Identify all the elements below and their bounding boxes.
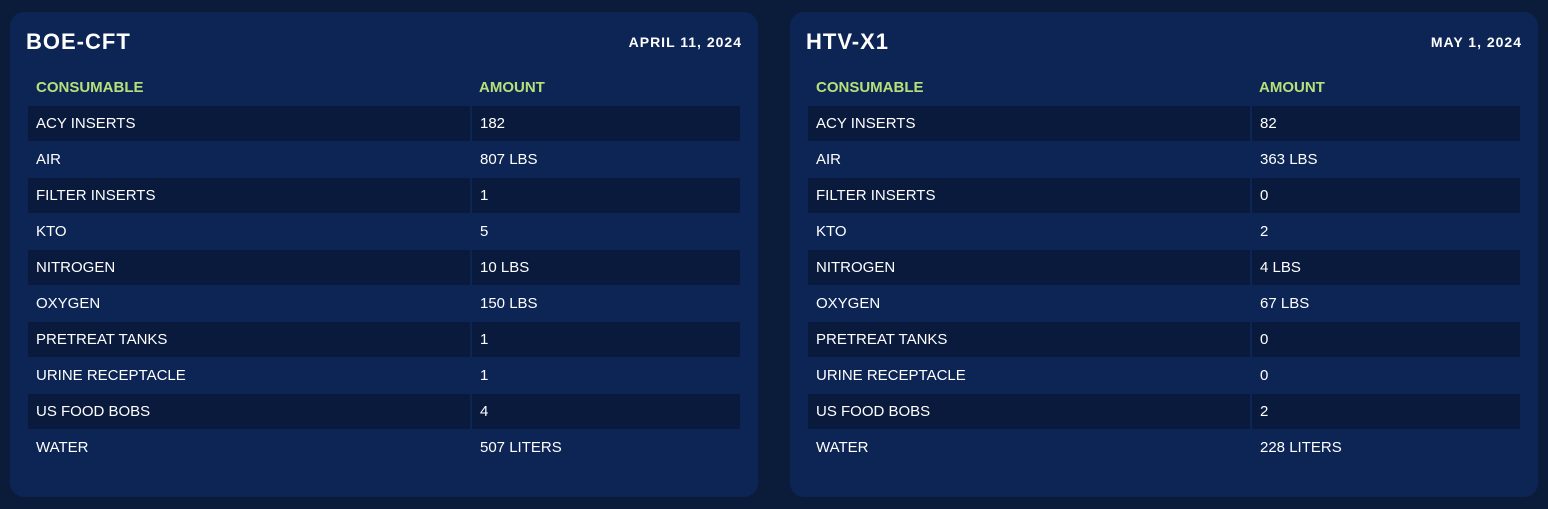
amount-cell: 363 LBS [1251, 141, 1520, 178]
consumable-cell: AIR [808, 141, 1252, 178]
table-row: ACY INSERTS 182 [28, 105, 740, 142]
table-row: AIR 363 LBS [808, 141, 1520, 178]
amount-cell: 5 [471, 213, 740, 250]
consumables-table: CONSUMABLE AMOUNT ACY INSERTS 82 AIR 363 L… [808, 70, 1520, 466]
table-row: OXYGEN 67 LBS [808, 285, 1520, 322]
consumable-cell: ACY INSERTS [28, 105, 472, 142]
table-header-row: CONSUMABLE AMOUNT [28, 70, 740, 106]
amount-cell: 1 [471, 177, 740, 214]
consumable-cell: KTO [808, 213, 1252, 250]
amount-cell: 2 [1251, 213, 1520, 250]
mission-card-htv-x1: HTV-X1 MAY 1, 2024 CONSUMABLE AMOUNT ACY… [790, 12, 1538, 497]
mission-title: HTV-X1 [806, 29, 890, 54]
table-row: ACY INSERTS 82 [808, 105, 1520, 142]
table-row: PRETREAT TANKS 0 [808, 321, 1520, 358]
consumable-cell: US FOOD BOBS [28, 393, 472, 430]
column-header-amount: AMOUNT [1259, 79, 1325, 96]
table-row: WATER 228 LITERS [808, 429, 1520, 466]
amount-cell: 2 [1251, 393, 1520, 430]
amount-cell: 0 [1251, 321, 1520, 358]
table-row: KTO 2 [808, 213, 1520, 250]
table-row: AIR 807 LBS [28, 141, 740, 178]
table-header-row: CONSUMABLE AMOUNT [808, 70, 1520, 106]
table-row: US FOOD BOBS 4 [28, 393, 740, 430]
table-row: URINE RECEPTACLE 1 [28, 357, 740, 394]
table-row: NITROGEN 10 LBS [28, 249, 740, 286]
amount-cell: 0 [1251, 177, 1520, 214]
amount-cell: 150 LBS [471, 285, 740, 322]
amount-cell: 82 [1251, 105, 1520, 142]
consumable-cell: KTO [28, 213, 472, 250]
consumable-cell: FILTER INSERTS [808, 177, 1252, 214]
consumable-cell: US FOOD BOBS [808, 393, 1252, 430]
amount-cell: 1 [471, 357, 740, 394]
consumable-cell: FILTER INSERTS [28, 177, 472, 214]
table-row: FILTER INSERTS 0 [808, 177, 1520, 214]
consumable-cell: WATER [28, 429, 472, 466]
consumables-table: CONSUMABLE AMOUNT ACY INSERTS 182 AIR 807 … [28, 70, 740, 466]
mission-date: MAY 1, 2024 [1430, 34, 1522, 50]
consumable-cell: PRETREAT TANKS [808, 321, 1252, 358]
mission-card-boe-cft: BOE-CFT APRIL 11, 2024 CONSUMABLE AMOUNT… [10, 12, 758, 497]
consumable-cell: URINE RECEPTACLE [808, 357, 1252, 394]
column-header-consumable: CONSUMABLE [36, 79, 144, 96]
table-row: PRETREAT TANKS 1 [28, 321, 740, 358]
consumable-cell: PRETREAT TANKS [28, 321, 472, 358]
amount-cell: 507 LITERS [471, 429, 740, 466]
consumable-cell: NITROGEN [28, 249, 472, 286]
amount-cell: 1 [471, 321, 740, 358]
table-row: NITROGEN 4 LBS [808, 249, 1520, 286]
amount-cell: 4 [471, 393, 740, 430]
amount-cell: 0 [1251, 357, 1520, 394]
table-row: URINE RECEPTACLE 0 [808, 357, 1520, 394]
amount-cell: 67 LBS [1251, 285, 1520, 322]
consumable-cell: NITROGEN [808, 249, 1252, 286]
table-row: FILTER INSERTS 1 [28, 177, 740, 214]
consumable-cell: URINE RECEPTACLE [28, 357, 472, 394]
table-row: KTO 5 [28, 213, 740, 250]
column-header-amount: AMOUNT [479, 79, 545, 96]
consumable-cell: OXYGEN [808, 285, 1252, 322]
consumable-cell: WATER [808, 429, 1252, 466]
amount-cell: 228 LITERS [1251, 429, 1520, 466]
mission-date: APRIL 11, 2024 [628, 34, 742, 50]
table-row: US FOOD BOBS 2 [808, 393, 1520, 430]
mission-title: BOE-CFT [26, 29, 131, 54]
amount-cell: 182 [471, 105, 740, 142]
consumable-cell: ACY INSERTS [808, 105, 1252, 142]
table-row: OXYGEN 150 LBS [28, 285, 740, 322]
amount-cell: 807 LBS [471, 141, 740, 178]
column-header-consumable: CONSUMABLE [816, 79, 924, 96]
table-row: WATER 507 LITERS [28, 429, 740, 466]
consumable-cell: AIR [28, 141, 472, 178]
amount-cell: 4 LBS [1251, 249, 1520, 286]
consumable-cell: OXYGEN [28, 285, 472, 322]
amount-cell: 10 LBS [471, 249, 740, 286]
